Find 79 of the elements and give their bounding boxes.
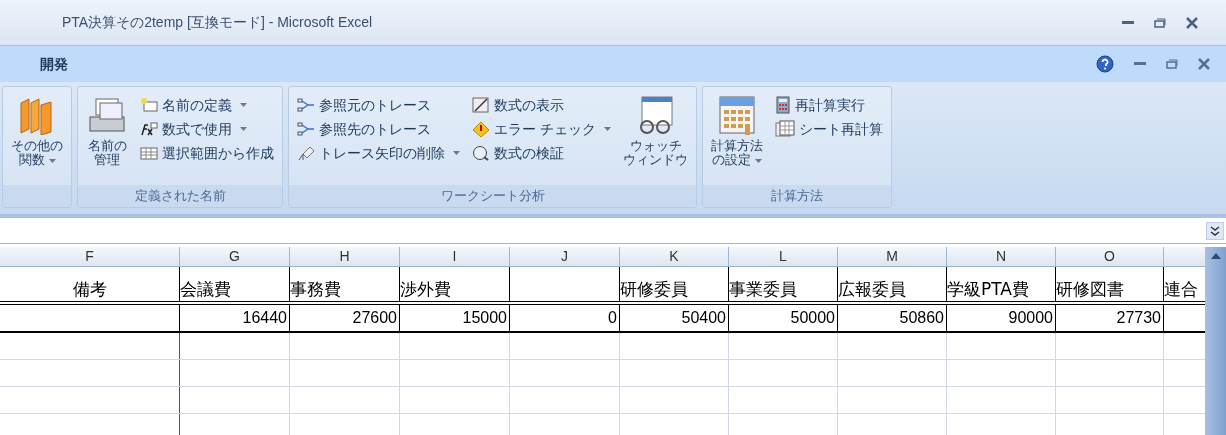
table-cell-text: 90000 [1008, 308, 1053, 328]
column-header[interactable]: L [779, 246, 787, 267]
ribbon-button[interactable]: 再計算実行 [771, 93, 888, 117]
close-icon[interactable] [1186, 16, 1198, 29]
table-cell-text: 50000 [790, 308, 835, 328]
calculator-icon [775, 96, 792, 114]
ribbon-button[interactable]: エラー チェック [468, 117, 616, 141]
fx-icon [140, 121, 158, 137]
caret-icon [604, 127, 612, 131]
table-cell: 研修図書 [1056, 279, 1124, 299]
trace-arrows-icon [297, 97, 315, 113]
ribbon-button[interactable]: 名前の 管理 [82, 91, 132, 167]
column-header[interactable]: J [561, 246, 568, 267]
minimize-icon[interactable] [1122, 20, 1134, 25]
ribbon-button[interactable]: その他の 関数 [7, 91, 67, 167]
table-cell-text: 50860 [899, 308, 944, 328]
group-label: 定義された名前 [78, 185, 282, 207]
ribbon-button[interactable]: 数式で使用 [136, 117, 278, 141]
group-footer [3, 185, 71, 207]
restore-icon[interactable] [1166, 59, 1178, 69]
table-cell: 広報委員 [838, 279, 906, 299]
ribbon-button[interactable]: 参照先のトレース [293, 117, 464, 141]
table-cell: 会議費 [180, 279, 231, 299]
caret-icon [48, 158, 56, 163]
card-file-icon [86, 95, 128, 135]
table-cell-text: 16440 [242, 308, 287, 328]
table-cell-text: 50400 [681, 308, 726, 328]
ribbon-button[interactable]: 名前の定義 [136, 93, 278, 117]
sheets-icon [775, 120, 796, 138]
formula-sheet-icon [472, 97, 490, 113]
ribbon-button[interactable]: 数式の検証 [468, 141, 616, 165]
table-cell: 事務費 [290, 279, 341, 299]
caret-icon [453, 151, 460, 155]
ribbon-tab[interactable]: 開発 [40, 53, 68, 75]
ribbon-button[interactable]: 数式の表示 [468, 93, 616, 117]
minimize-icon[interactable] [1134, 62, 1146, 66]
group-label: 計算方法 [703, 185, 892, 207]
column-header[interactable]: F [85, 246, 94, 267]
ribbon-button[interactable]: 参照元のトレース [293, 93, 464, 117]
close-icon[interactable] [1198, 58, 1210, 70]
group-label: ワークシート分析 [289, 185, 697, 207]
caret-icon [240, 127, 247, 131]
magnifier-fx-icon [472, 145, 490, 161]
table-cell-text: 27730 [1116, 308, 1161, 328]
ribbon-button[interactable]: 計算方法 の設定 [707, 91, 768, 167]
column-header[interactable]: N [995, 246, 1007, 267]
tag-icon [140, 97, 158, 113]
column-header[interactable]: I [452, 246, 457, 267]
window-title: PTA決算その2temp [互換モード] - Microsoft Excel [62, 13, 373, 32]
table-cell: 渉外費 [400, 279, 451, 299]
table-cell: 事業委員 [729, 279, 797, 299]
column-header[interactable]: M [886, 246, 898, 267]
calendar-grid-icon [718, 95, 757, 135]
restore-icon[interactable] [1154, 17, 1166, 28]
trace-arrows-icon [297, 121, 315, 137]
table-cell: 学級PTA費 [947, 279, 1029, 299]
expand-chevron-icon[interactable] [1206, 222, 1224, 240]
table-cell-text: 15000 [462, 308, 507, 328]
ribbon-button[interactable]: 選択範囲から作成 [136, 141, 278, 165]
help-icon[interactable] [1096, 55, 1114, 73]
ribbon-button[interactable]: ウォッチ ウィンドウ [619, 91, 693, 167]
table-cell: 備考 [72, 279, 107, 299]
column-header[interactable]: H [339, 246, 350, 267]
vertical-scrollbar[interactable] [1205, 247, 1226, 435]
table-cell: 研修委員 [620, 279, 688, 299]
ribbon-button[interactable]: トレース矢印の削除 [293, 141, 464, 165]
table-cell-text: 27600 [352, 308, 397, 328]
scroll-up-arrow-icon[interactable] [1210, 253, 1221, 259]
warning-check-icon [472, 121, 490, 137]
eraser-icon [297, 145, 315, 161]
table-cell: 連合 [1164, 279, 1198, 299]
table-cell-text: 0 [608, 308, 617, 328]
table-icon [140, 145, 158, 161]
ribbon-button[interactable]: シート再計算 [771, 117, 888, 141]
column-header[interactable]: K [669, 246, 679, 267]
caret-icon [755, 158, 763, 163]
column-header[interactable]: G [229, 246, 240, 267]
column-header[interactable]: O [1104, 246, 1115, 267]
caret-icon [240, 103, 247, 107]
